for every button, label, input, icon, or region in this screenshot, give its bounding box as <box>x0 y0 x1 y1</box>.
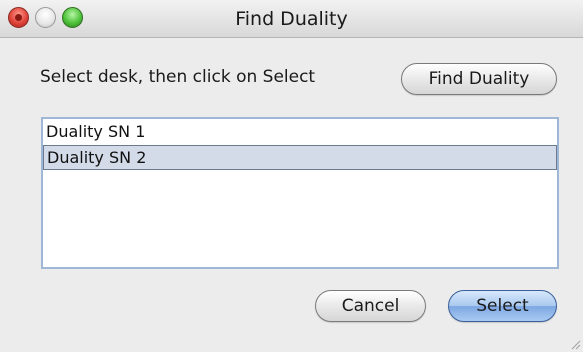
select-button[interactable]: Select <box>448 290 557 322</box>
list-item-duality-sn-1[interactable]: Duality SN 1 <box>43 119 557 144</box>
find-duality-button[interactable]: Find Duality <box>401 63 557 95</box>
find-duality-window: Find Duality Select desk, then click on … <box>0 0 583 352</box>
list-item-duality-sn-2[interactable]: Duality SN 2 <box>43 145 557 170</box>
resize-grip-icon[interactable] <box>571 340 581 350</box>
window-title: Find Duality <box>235 8 348 30</box>
instruction-label: Select desk, then click on Select <box>40 67 316 87</box>
desk-list[interactable]: Duality SN 1 Duality SN 2 <box>41 117 559 269</box>
cancel-button[interactable]: Cancel <box>315 290 426 322</box>
title-bar[interactable]: Find Duality <box>0 0 583 38</box>
